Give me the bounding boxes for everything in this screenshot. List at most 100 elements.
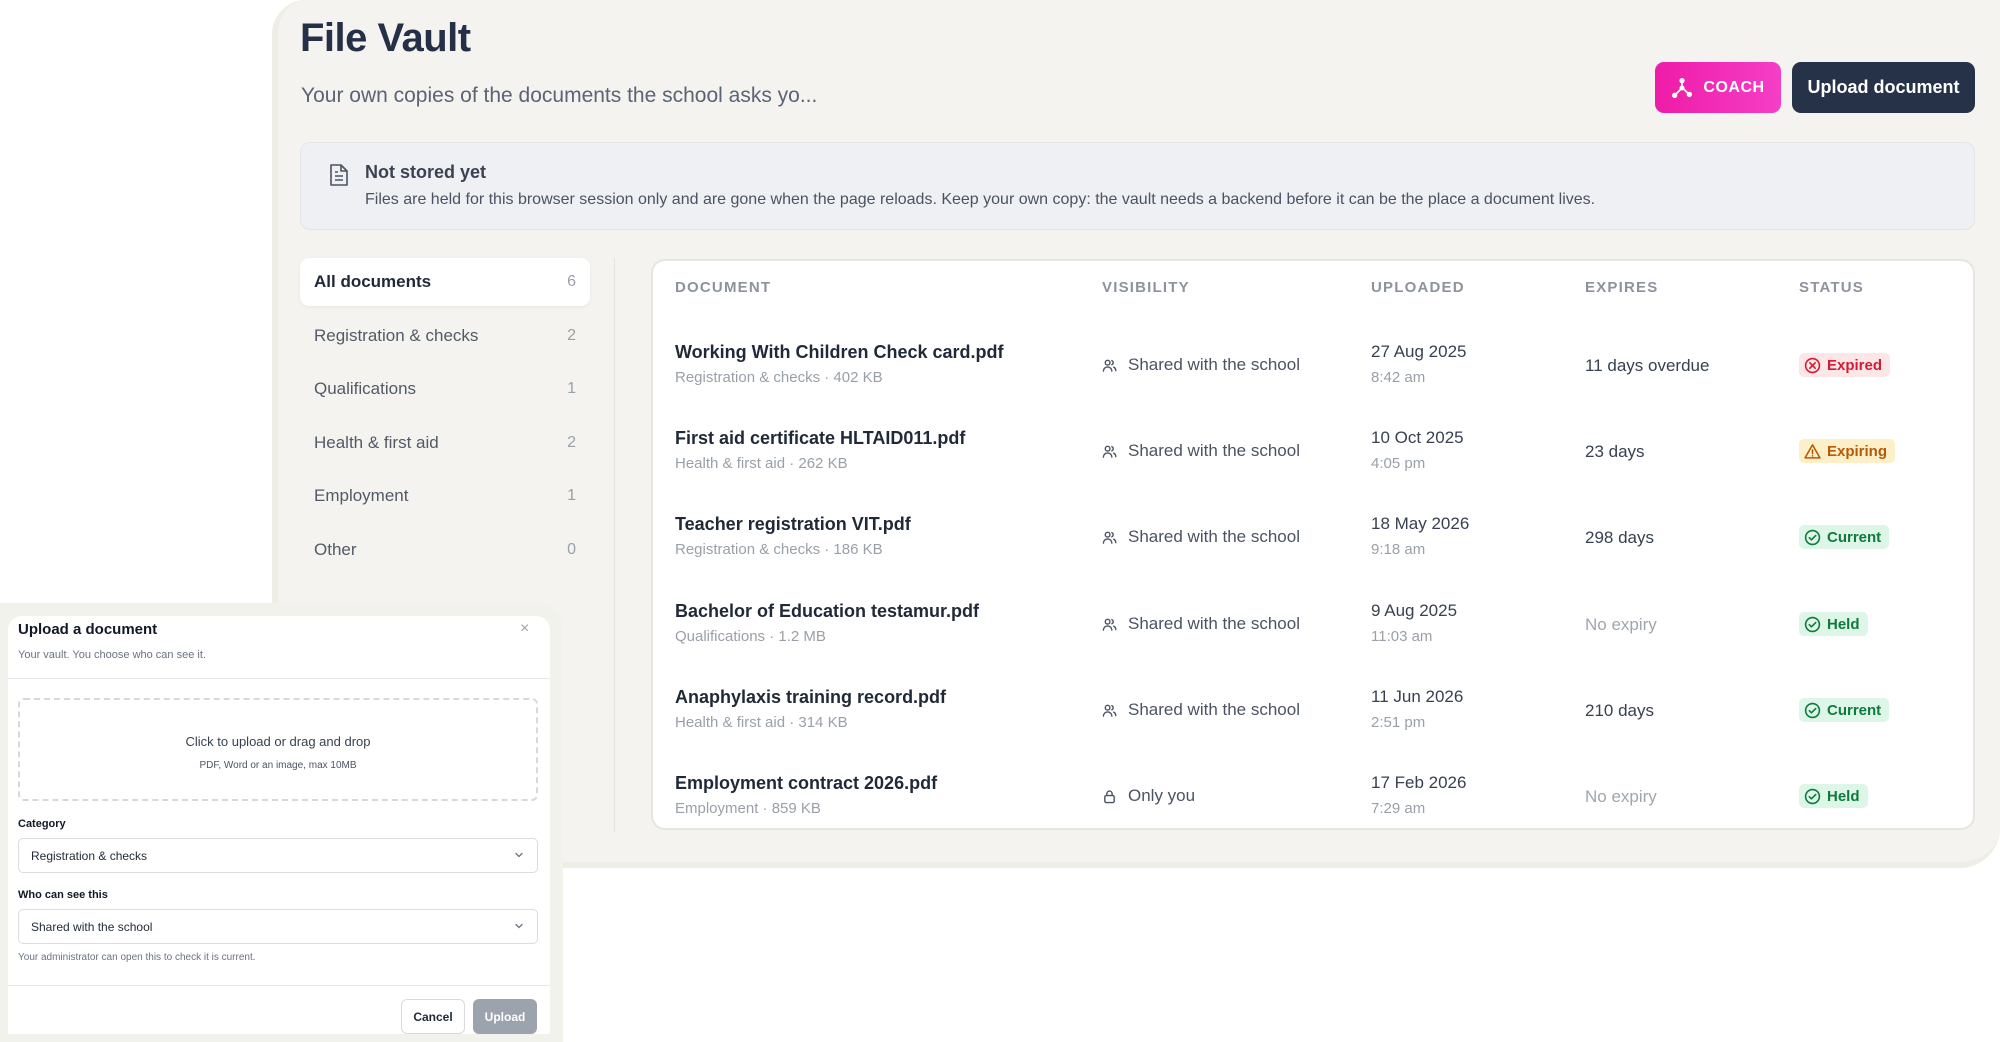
- upload-document-button[interactable]: Upload document: [1792, 62, 1975, 113]
- status-label: Current: [1827, 701, 1882, 719]
- document-name[interactable]: First aid certificate HLTAID011.pdf: [675, 428, 965, 449]
- coach-button[interactable]: COACH: [1655, 62, 1781, 113]
- status-badge: Held: [1799, 784, 1868, 808]
- document-meta: Registration & checks · 402 KB: [675, 369, 883, 386]
- table-row[interactable]: Anaphylaxis training record.pdf Health &…: [653, 679, 1973, 765]
- column-header-uploaded: UPLOADED: [1371, 279, 1465, 296]
- visibility: Shared with the school: [1102, 614, 1300, 634]
- x-circle-icon: [1804, 357, 1821, 373]
- modal-subtitle: Your vault. You choose who can see it.: [18, 649, 206, 661]
- document-name[interactable]: Employment contract 2026.pdf: [675, 773, 937, 794]
- visibility-label: Shared with the school: [1128, 700, 1300, 719]
- category-select[interactable]: Registration & checks: [18, 838, 538, 873]
- status-badge: Current: [1799, 698, 1890, 722]
- upload-button[interactable]: Upload: [473, 999, 537, 1034]
- visibility-label: Shared with the school: [1128, 355, 1300, 374]
- modal-divider: [8, 678, 550, 679]
- visibility: Shared with the school: [1102, 527, 1300, 547]
- chevron-down-icon: [515, 923, 523, 929]
- sidebar-item-label: Employment: [314, 486, 409, 505]
- uploaded-date: 9 Aug 2025: [1371, 601, 1458, 620]
- visibility-field-label: Who can see this: [18, 889, 108, 901]
- table-row[interactable]: Working With Children Check card.pdf Reg…: [653, 334, 1973, 420]
- cancel-button[interactable]: Cancel: [401, 999, 465, 1034]
- uploaded-time: 2:51 pm: [1371, 714, 1426, 731]
- table-row[interactable]: Teacher registration VIT.pdf Registratio…: [653, 506, 1973, 592]
- people-icon: [1102, 359, 1117, 372]
- visibility: Only you: [1102, 786, 1195, 806]
- status-badge: Held: [1799, 612, 1868, 636]
- uploaded-date: 11 Jun 2026: [1371, 687, 1464, 706]
- category-sidebar: All documents 6 Registration & checks 2 …: [300, 258, 590, 579]
- document-icon: [330, 164, 348, 186]
- status-badge: Current: [1799, 525, 1890, 549]
- expires: 298 days: [1585, 528, 1654, 547]
- document-meta: Registration & checks · 186 KB: [675, 541, 883, 558]
- status-label: Held: [1827, 615, 1860, 633]
- visibility: Shared with the school: [1102, 441, 1300, 461]
- table-row[interactable]: First aid certificate HLTAID011.pdf Heal…: [653, 420, 1973, 506]
- uploaded-date: 27 Aug 2025: [1371, 342, 1467, 361]
- document-meta: Employment · 859 KB: [675, 800, 821, 817]
- uploaded-date: 17 Feb 2026: [1371, 773, 1467, 792]
- expires: 210 days: [1585, 701, 1654, 720]
- expires: No expiry: [1585, 615, 1657, 634]
- notice-title: Not stored yet: [365, 162, 487, 182]
- visibility-label: Shared with the school: [1128, 614, 1300, 633]
- visibility: Shared with the school: [1102, 355, 1300, 375]
- visibility-label: Shared with the school: [1128, 441, 1300, 460]
- status-label: Current: [1827, 528, 1882, 546]
- document-name[interactable]: Bachelor of Education testamur.pdf: [675, 601, 979, 622]
- chevron-down-icon: [515, 852, 523, 858]
- close-icon[interactable]: ×: [520, 620, 529, 638]
- sidebar-item-label: Registration & checks: [314, 325, 479, 345]
- sidebar-item-label: Qualifications: [314, 379, 417, 398]
- notice-text: Files are held for this browser session …: [365, 191, 1596, 208]
- lock-icon: [1104, 789, 1115, 803]
- visibility-label: Only you: [1128, 786, 1196, 805]
- column-header-status: STATUS: [1799, 279, 1864, 296]
- check-circle-icon: [1804, 529, 1821, 545]
- upload-modal: Upload a document Your vault. You choose…: [8, 616, 550, 1034]
- uploaded-time: 11:03 am: [1371, 628, 1433, 645]
- sidebar-item-employment[interactable]: Employment 1: [300, 472, 590, 520]
- documents-table: DOCUMENT VISIBILITY UPLOADED EXPIRES STA…: [651, 259, 1975, 830]
- visibility-helper-text: Your administrator can open this to chec…: [18, 952, 256, 963]
- table-row[interactable]: Employment contract 2026.pdf Employment …: [653, 765, 1973, 851]
- sidebar-item-count: 1: [567, 487, 576, 504]
- check-circle-icon: [1804, 616, 1821, 632]
- sidebar-item-other[interactable]: Other 0: [300, 526, 590, 574]
- status-label: Expired: [1827, 356, 1883, 374]
- check-circle-icon: [1804, 788, 1821, 804]
- visibility: Shared with the school: [1102, 700, 1300, 720]
- sidebar-item-label: Other: [314, 539, 357, 559]
- sidebar-item-count: 0: [567, 540, 576, 558]
- people-icon: [1102, 445, 1117, 458]
- page-subtitle: Your own copies of the documents the sch…: [301, 84, 818, 107]
- uploaded-date: 10 Oct 2025: [1371, 428, 1464, 447]
- divider: [614, 258, 615, 832]
- uploaded-time: 8:42 am: [1371, 369, 1426, 386]
- document-name[interactable]: Anaphylaxis training record.pdf: [675, 687, 946, 708]
- table-row[interactable]: Bachelor of Education testamur.pdf Quali…: [653, 593, 1973, 679]
- sidebar-item-all-documents[interactable]: All documents 6: [300, 258, 590, 306]
- visibility-select[interactable]: Shared with the school: [18, 909, 538, 944]
- modal-divider: [8, 985, 550, 986]
- document-name[interactable]: Teacher registration VIT.pdf: [675, 514, 911, 535]
- dropzone-text: Click to upload or drag and drop: [185, 734, 371, 749]
- document-name[interactable]: Working With Children Check card.pdf: [675, 342, 1004, 363]
- modal-title: Upload a document: [18, 621, 158, 638]
- sidebar-item-qualifications[interactable]: Qualifications 1: [300, 365, 590, 413]
- sidebar-item-registration-checks[interactable]: Registration & checks 2: [300, 312, 590, 360]
- document-meta: Health & first aid · 262 KB: [675, 455, 848, 472]
- sidebar-item-label: Health & first aid: [314, 432, 439, 452]
- file-dropzone[interactable]: Click to upload or drag and drop PDF, Wo…: [18, 698, 538, 801]
- expires: 23 days: [1585, 442, 1645, 461]
- column-header-expires: EXPIRES: [1585, 279, 1659, 296]
- column-header-document: DOCUMENT: [675, 279, 772, 296]
- sidebar-item-count: 6: [567, 273, 576, 290]
- sidebar-item-count: 2: [567, 433, 576, 451]
- coach-label: COACH: [1703, 78, 1765, 96]
- visibility-label: Shared with the school: [1128, 527, 1300, 546]
- sidebar-item-health-first-aid[interactable]: Health & first aid 2: [300, 419, 590, 467]
